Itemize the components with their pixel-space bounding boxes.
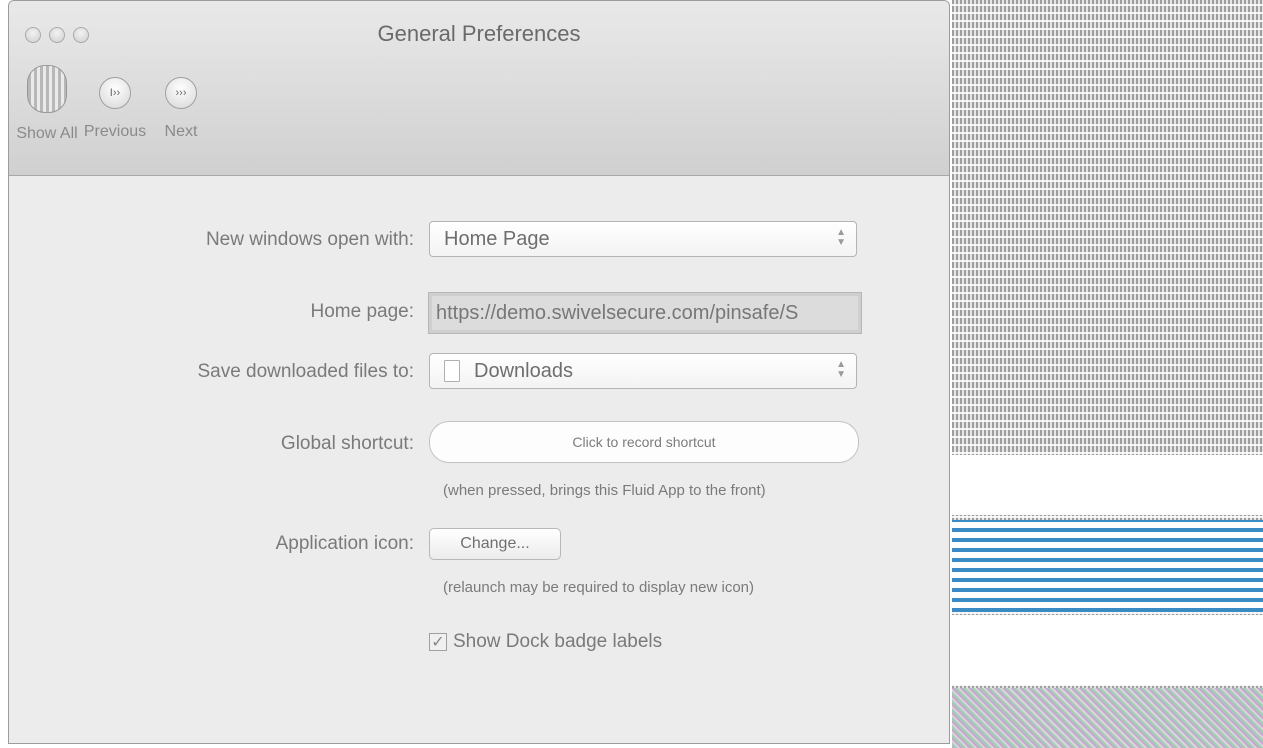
save-downloads-popup[interactable]: Downloads ▲ ▼ <box>429 353 857 389</box>
app-icon-hint: (relaunch may be required to display new… <box>443 579 754 596</box>
record-shortcut-button[interactable]: Click to record shortcut <box>429 421 859 463</box>
noise-gap <box>952 455 1263 515</box>
dock-badge-row[interactable]: ✓ Show Dock badge labels <box>429 631 662 653</box>
new-windows-value: Home Page <box>444 227 550 250</box>
change-icon-button[interactable]: Change... <box>429 528 561 560</box>
popup-arrows-icon: ▲ ▼ <box>836 359 846 380</box>
home-page-value: https://demo.swivelsecure.com/pinsafe/S <box>436 301 799 324</box>
save-downloads-label: Save downloaded files to: <box>197 361 414 382</box>
home-page-field[interactable]: https://demo.swivelsecure.com/pinsafe/S <box>428 292 862 334</box>
folder-document-icon <box>444 360 460 382</box>
new-windows-label: New windows open with: <box>205 229 414 250</box>
dock-badge-label: Show Dock badge labels <box>453 631 663 652</box>
noise-gap <box>952 615 1263 685</box>
new-windows-popup[interactable]: Home Page ▲ ▼ <box>429 221 857 257</box>
next-button[interactable]: ››› Next <box>141 69 221 141</box>
global-shortcut-hint: (when pressed, brings this Fluid App to … <box>443 482 766 499</box>
save-downloads-value: Downloads <box>474 359 573 382</box>
dock-badge-checkbox[interactable]: ✓ <box>429 633 447 651</box>
show-all-icon <box>27 65 67 113</box>
app-icon-label: Application icon: <box>275 533 414 554</box>
home-page-label: Home page: <box>310 301 414 322</box>
noise-stripes <box>952 520 1263 612</box>
next-icon: ››› <box>165 77 197 109</box>
window-title: General Preferences <box>377 21 581 46</box>
toolbar: General Preferences Show All I›› Previou… <box>9 1 949 176</box>
preferences-window: General Preferences Show All I›› Previou… <box>8 0 950 744</box>
previous-icon: I›› <box>99 77 131 109</box>
next-label: Next <box>164 123 198 140</box>
corrupted-image-region <box>952 0 1263 748</box>
noise-speckle <box>952 688 1263 748</box>
popup-arrows-icon: ▲ ▼ <box>836 227 846 248</box>
global-shortcut-label: Global shortcut: <box>280 433 414 454</box>
